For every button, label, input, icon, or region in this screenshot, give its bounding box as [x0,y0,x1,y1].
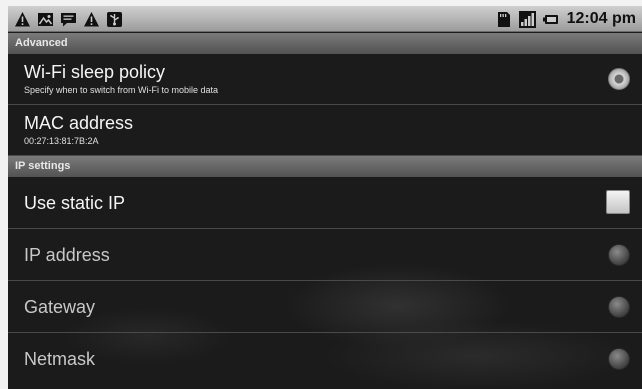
signal-icon [518,10,536,28]
ip-address-item[interactable]: IP address [8,229,642,281]
image-icon [37,11,54,28]
gateway-title: Gateway [24,297,96,317]
status-clock: 12:04 pm [566,10,636,27]
use-static-ip-checkbox[interactable] [606,190,630,214]
warning-icon [83,11,100,28]
settings-screen: 12:04 pm Advanced Wi-Fi sleep policy Spe… [8,6,642,389]
gateway-item[interactable]: Gateway [8,281,642,333]
warning-icon [14,11,31,28]
wifi-sleep-policy-chevron-icon[interactable] [608,68,630,90]
battery-icon [542,11,560,28]
mac-address-value: 00:27:13:81:7B:2A [24,136,99,146]
status-bar: 12:04 pm [8,6,642,32]
use-static-ip-title: Use static IP [24,193,126,213]
usb-icon [106,11,123,28]
netmask-item[interactable]: Netmask [8,333,642,389]
ip-address-arrow-icon[interactable] [608,244,630,266]
gateway-arrow-icon[interactable] [608,296,630,318]
message-icon [60,11,77,28]
wifi-sleep-policy-item[interactable]: Wi-Fi sleep policy Specify when to switc… [8,54,642,105]
ip-address-title: IP address [24,245,110,265]
section-header-ip-settings: IP settings [8,156,642,177]
use-static-ip-item[interactable]: Use static IP [8,177,642,229]
wifi-sleep-policy-subtitle: Specify when to switch from Wi-Fi to mob… [24,85,219,95]
mac-address-title: MAC address [24,113,134,133]
sd-card-icon [495,11,512,28]
netmask-title: Netmask [24,349,96,369]
wifi-sleep-policy-title: Wi-Fi sleep policy [24,62,166,82]
netmask-arrow-icon[interactable] [608,348,630,370]
mac-address-item: MAC address 00:27:13:81:7B:2A [8,105,642,156]
section-header-advanced: Advanced [8,33,642,54]
